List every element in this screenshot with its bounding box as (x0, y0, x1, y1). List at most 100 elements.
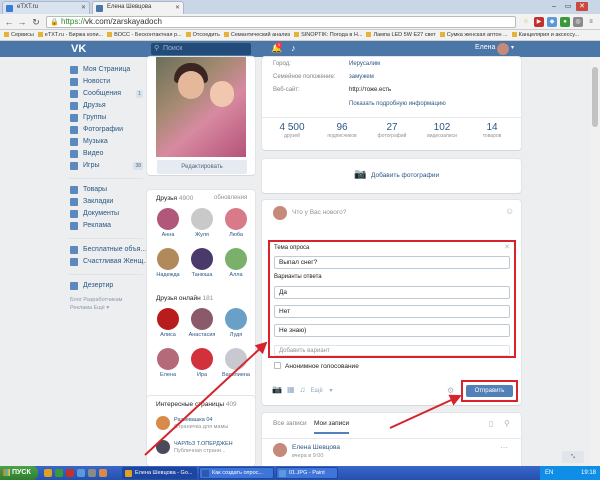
close-tab-icon[interactable]: ✕ (81, 4, 86, 11)
friends-title[interactable]: Друзья 4900 (156, 195, 193, 202)
friend-item[interactable]: Елена (153, 348, 183, 378)
search-icon[interactable]: ⚲ (504, 419, 510, 428)
close-window-icon[interactable]: ✕ (576, 2, 588, 11)
friends-online-title[interactable]: Друзья онлайн 181 (156, 295, 213, 302)
sidebar-item[interactable]: Документы (69, 208, 149, 220)
sidebar-item[interactable]: Друзья (69, 100, 149, 112)
quicklaunch-icon[interactable] (55, 469, 63, 477)
sidebar-item[interactable]: Товары (69, 184, 149, 196)
profile-counter[interactable]: 96 подписчиков (317, 122, 367, 139)
tab-all-posts[interactable]: Все записи (273, 420, 307, 427)
poll-answer-input[interactable]: Не знаю) (274, 324, 510, 337)
bookmark-item[interactable]: Отсоедить (185, 30, 220, 40)
info-value[interactable]: http://тоже.есть (349, 87, 391, 93)
bookmark-item[interactable]: Канцелярия и аксессу... (511, 30, 579, 40)
friend-item[interactable]: Жуля (187, 208, 217, 238)
post-time[interactable]: вчера в 9:00 (292, 453, 323, 459)
minimize-icon[interactable]: – (548, 2, 560, 11)
quicklaunch-icon[interactable] (66, 469, 74, 477)
music-icon[interactable]: ♪ (291, 43, 296, 53)
quicklaunch-icon[interactable] (44, 469, 52, 477)
start-button[interactable]: ПУСК (0, 466, 38, 480)
sidebar-item[interactable]: Реклама (69, 220, 149, 232)
add-photos-block[interactable]: 📷 Добавить фотографии (262, 159, 521, 193)
extension-icon[interactable]: ◆ (547, 17, 557, 27)
avatar[interactable] (273, 443, 287, 457)
friend-item[interactable]: Ира (187, 348, 217, 378)
profile-counter[interactable]: 102 видеозаписи (417, 122, 467, 139)
header-user-name[interactable]: Елена (475, 44, 495, 51)
sidebar-item[interactable]: Счастливая Женщ... (69, 256, 149, 268)
footer-links[interactable]: Блог Разработчикам Реклама Ещё ▾ (69, 296, 149, 312)
friend-item[interactable]: Василиена (221, 348, 251, 378)
show-more-info-link[interactable]: Показать подробную информацию (349, 101, 446, 107)
sidebar-item[interactable]: Закладки (69, 196, 149, 208)
back-arrow-icon[interactable]: ← (4, 17, 14, 27)
poll-answer-input[interactable]: Да (274, 286, 510, 299)
friend-item[interactable]: Анастасия (187, 308, 217, 338)
taskbar-item-paint[interactable]: 01.JPG - Paint (276, 467, 338, 479)
taskbar-item-word[interactable]: Как создать опрос... (199, 467, 274, 479)
sidebar-item[interactable]: Музыка (69, 136, 149, 148)
camera-icon[interactable]: 📷 (272, 385, 282, 394)
emoji-icon[interactable]: ☺ (505, 206, 514, 216)
bookmark-item[interactable]: Сервисы (4, 30, 34, 40)
close-icon[interactable]: ✕ (504, 243, 510, 251)
vk-logo[interactable]: VK (71, 43, 86, 55)
archive-icon[interactable]: ▯ (489, 419, 493, 428)
search-input[interactable]: ⚲ Поиск (151, 43, 251, 55)
post-input-placeholder[interactable]: Что у Вас нового? (292, 209, 346, 216)
music-icon[interactable]: ♫ (300, 385, 306, 394)
info-value[interactable]: замужем (349, 74, 374, 80)
browser-tab-etxt[interactable]: eTXT.ru ✕ (2, 1, 90, 14)
extension-icon[interactable]: ◎ (573, 17, 583, 27)
friends-updates-link[interactable]: обновления (214, 195, 247, 201)
friend-item[interactable]: Анна (153, 208, 183, 238)
bookmark-item[interactable]: Семантический анализ (223, 30, 290, 40)
send-button[interactable]: Отправить (466, 385, 513, 397)
forward-arrow-icon[interactable]: → (17, 17, 27, 27)
bookmark-item[interactable]: BOCC - Бесконтактная р... (107, 30, 182, 40)
language-indicator[interactable]: EN (545, 466, 553, 480)
tab-my-posts[interactable]: Мои записи (314, 420, 350, 434)
scrollbar-thumb[interactable] (592, 67, 598, 127)
poll-answer-input[interactable]: Нет (274, 305, 510, 318)
edit-profile-button[interactable]: Редактировать (157, 160, 247, 174)
clock[interactable]: 19:18 (581, 466, 596, 480)
scrollbar[interactable] (590, 57, 600, 466)
anonymous-voting-checkbox[interactable]: Анонимное голосование (274, 362, 359, 370)
profile-photo[interactable] (156, 57, 246, 157)
browser-tab-vk[interactable]: Елена Шевцова ✕ (92, 1, 184, 14)
profile-counter[interactable]: 27 фотографий (367, 122, 417, 139)
bookmark-item[interactable]: eTXT.ru - Биржа копи... (37, 30, 103, 40)
friend-item[interactable]: Алла (221, 248, 251, 278)
extension-icon[interactable]: ● (560, 17, 570, 27)
avatar[interactable] (497, 43, 509, 55)
more-icon[interactable]: ⋯ (500, 443, 508, 452)
interesting-title[interactable]: Интересные страницы 409 (156, 401, 237, 408)
bookmark-item[interactable]: SINOPTIK: Погода в Н... (294, 30, 362, 40)
expand-icon[interactable]: ⤡ (562, 451, 584, 463)
extension-icon[interactable]: ▶ (534, 17, 544, 27)
sidebar-item[interactable]: Игры 38 (69, 160, 149, 172)
sidebar-item[interactable]: Дезертир (69, 280, 149, 292)
quicklaunch-icon[interactable] (99, 469, 107, 477)
star-icon[interactable]: ☆ (521, 17, 531, 27)
taskbar-item-chrome[interactable]: Елена Шевцова - Go... (122, 467, 197, 479)
sidebar-item[interactable]: Видео (69, 148, 149, 160)
friend-item[interactable]: Танюша (187, 248, 217, 278)
quicklaunch-icon[interactable] (88, 469, 96, 477)
profile-counter[interactable]: 14 товаров (467, 122, 517, 139)
bookmark-item[interactable]: Лампа LED 5W E27 свет (366, 30, 436, 40)
info-value[interactable]: Иерусалим (349, 61, 380, 67)
video-icon[interactable]: ▦ (287, 385, 295, 394)
sidebar-item[interactable]: Сообщения 1 (69, 88, 149, 100)
profile-counter[interactable]: 4 500 друзей (267, 122, 317, 139)
bookmark-item[interactable]: Сумка женская аптон ... (439, 30, 508, 40)
sidebar-item[interactable]: Бесплатные объя... (69, 244, 149, 256)
close-tab-icon[interactable]: ✕ (175, 4, 180, 11)
add-poll-option-button[interactable]: Добавить вариант (274, 345, 510, 356)
more-attachments-button[interactable]: Ещё ▾ (311, 388, 333, 394)
footer-line[interactable]: Реклама Ещё ▾ (70, 304, 149, 312)
friend-item[interactable]: Надежда (153, 248, 183, 278)
